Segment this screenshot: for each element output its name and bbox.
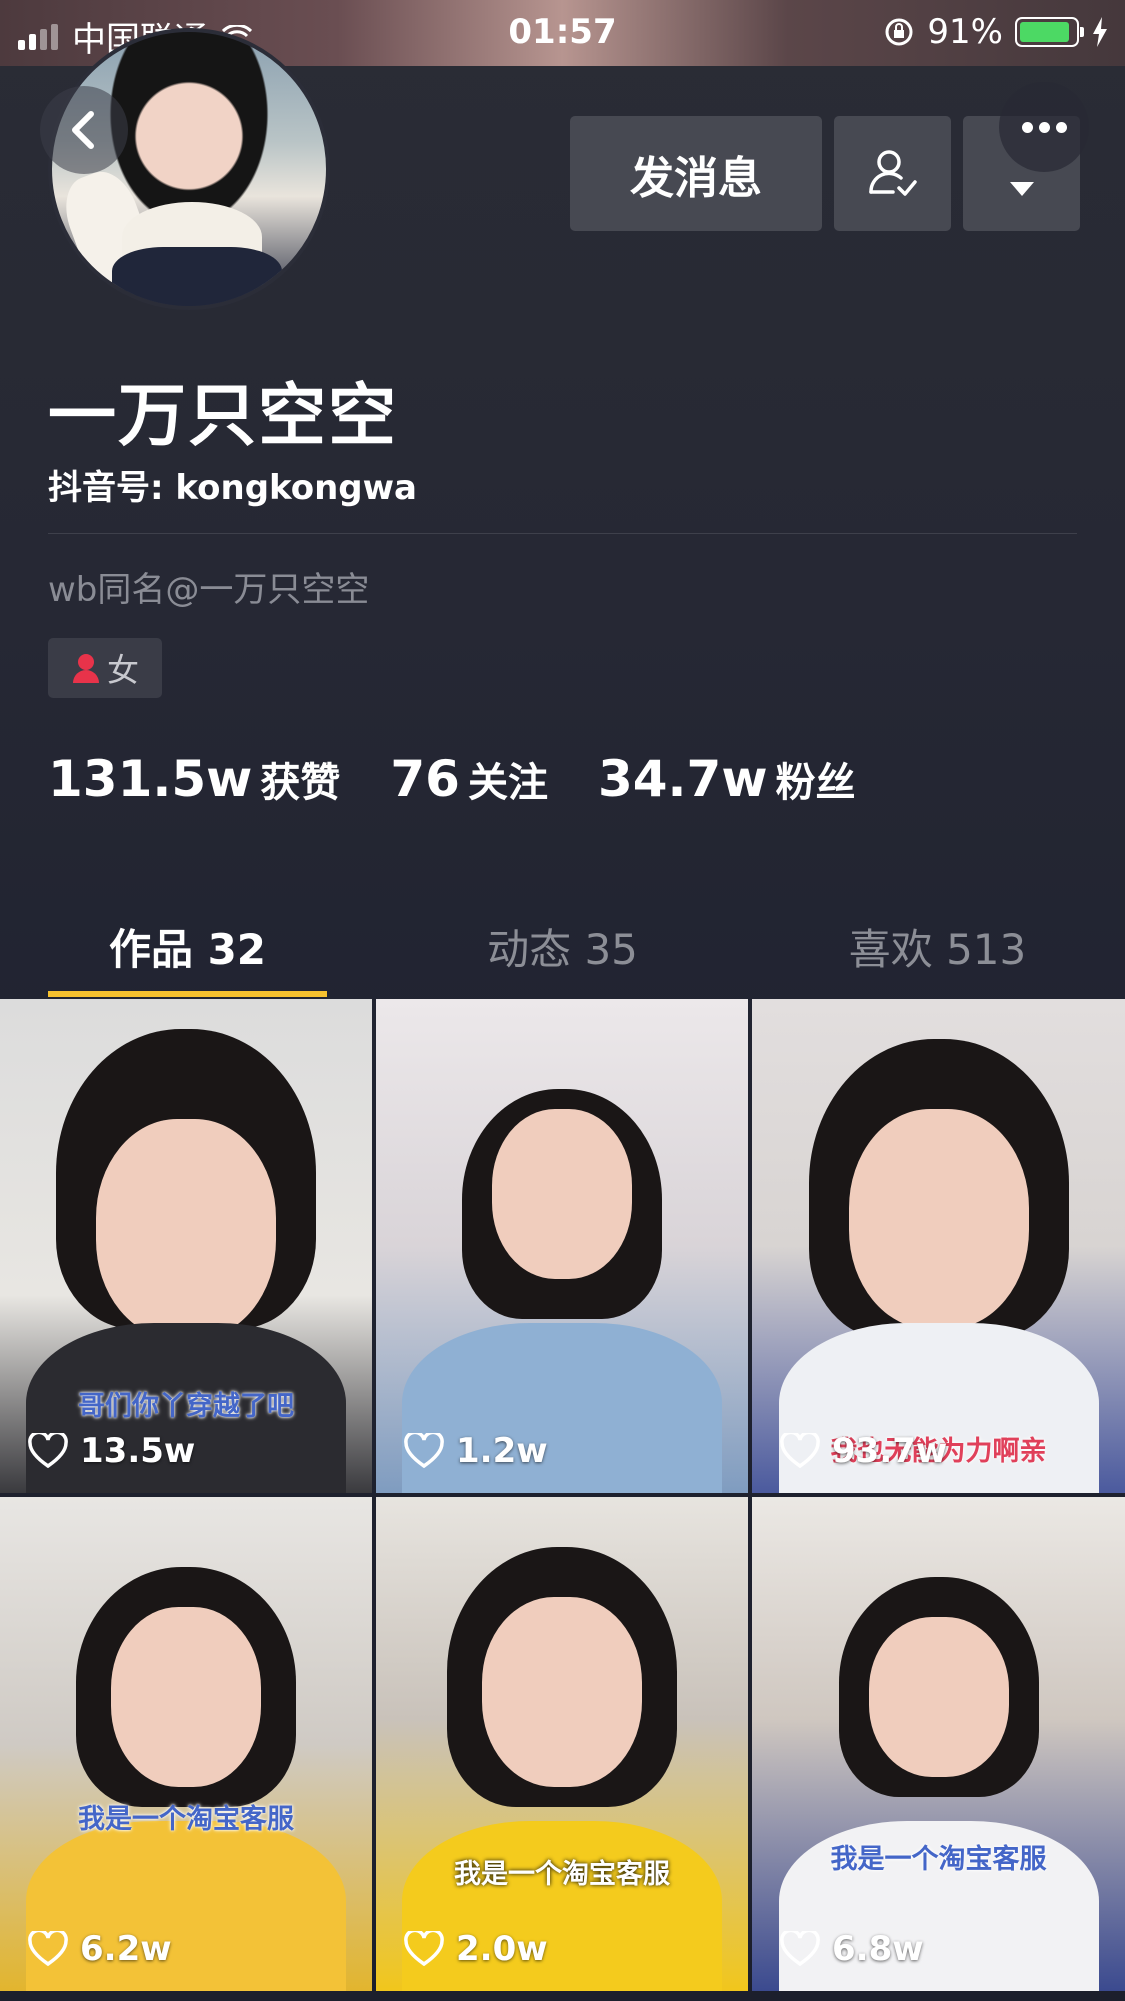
rotation-lock-icon	[885, 18, 913, 46]
video-thumbnail[interactable]: 1.2w	[376, 999, 748, 1493]
video-likes: 1.2w	[404, 1431, 548, 1471]
tab-likes[interactable]: 喜欢 513	[750, 895, 1125, 997]
video-thumbnail[interactable]: 我是一个淘宝客服 6.2w	[0, 1497, 372, 1991]
triangle-down-icon	[1009, 181, 1034, 196]
stat-value: 131.5w	[48, 750, 253, 808]
stat-fans[interactable]: 34.7w 粉丝	[598, 750, 856, 808]
tab-works[interactable]: 作品 32	[0, 895, 375, 997]
stat-following[interactable]: 76 关注	[390, 750, 548, 808]
send-message-button[interactable]: 发消息	[570, 116, 822, 231]
stat-value: 34.7w	[597, 750, 768, 808]
following-button[interactable]	[834, 116, 951, 231]
user-check-icon	[868, 149, 917, 196]
stat-label: 粉丝	[775, 760, 856, 806]
video-thumbnail[interactable]: 哥们你丫穿越了吧 13.5w	[0, 999, 372, 1493]
douyin-id: 抖音号: kongkongwa	[48, 468, 417, 508]
video-caption: 我是一个淘宝客服	[454, 1859, 670, 1890]
video-thumbnail[interactable]: 我是一个淘宝客服 6.8w	[752, 1497, 1125, 1991]
gender-label: 女	[106, 651, 139, 689]
stats-row: 131.5w 获赞 76 关注 34.7w 粉丝	[48, 750, 856, 808]
profile-page: 中国联通 01:57 91%	[0, 0, 1125, 2001]
video-thumbnail[interactable]: 我也无能为力啊亲 93.7w	[752, 999, 1125, 1493]
tab-moments[interactable]: 动态 35	[375, 895, 750, 997]
bio-text: wb同名@一万只空空	[48, 570, 370, 610]
chevron-left-icon	[72, 111, 94, 149]
video-grid: 哥们你丫穿越了吧 13.5w 1.2w 我也无能为力啊亲 93.7w 我是一个淘…	[0, 999, 1125, 1991]
ellipsis-icon	[1021, 121, 1033, 133]
video-likes: 13.5w	[28, 1431, 195, 1471]
more-options-button[interactable]	[999, 82, 1089, 172]
back-button[interactable]	[40, 86, 128, 174]
video-likes: 93.7w	[780, 1431, 947, 1471]
battery-percent: 91%	[927, 12, 1003, 52]
stat-label: 关注	[467, 760, 548, 806]
battery-icon	[1015, 17, 1084, 47]
video-caption: 我是一个淘宝客服	[830, 1844, 1047, 1875]
profile-tabs: 作品 32 动态 35 喜欢 513	[0, 895, 1125, 997]
video-caption: 我是一个淘宝客服	[78, 1804, 294, 1835]
active-tab-indicator	[48, 991, 327, 997]
video-caption: 哥们你丫穿越了吧	[78, 1391, 294, 1422]
profile-name: 一万只空空	[48, 377, 399, 456]
video-likes: 2.0w	[404, 1929, 548, 1969]
video-thumbnail[interactable]: 我是一个淘宝客服 2.0w	[376, 1497, 748, 1991]
stat-likes[interactable]: 131.5w 获赞	[48, 750, 340, 808]
heart-icon	[404, 1433, 444, 1469]
heart-icon	[404, 1931, 444, 1967]
divider	[48, 533, 1077, 534]
stat-value: 76	[390, 750, 460, 808]
video-likes: 6.8w	[780, 1929, 924, 1969]
video-likes: 6.2w	[28, 1929, 172, 1969]
heart-icon	[28, 1931, 68, 1967]
charging-icon	[1093, 17, 1107, 47]
heart-icon	[780, 1931, 820, 1967]
female-user-icon	[72, 654, 99, 683]
stat-label: 获赞	[260, 760, 341, 806]
heart-icon	[780, 1433, 820, 1469]
gender-badge: 女	[48, 638, 162, 698]
heart-icon	[28, 1433, 68, 1469]
